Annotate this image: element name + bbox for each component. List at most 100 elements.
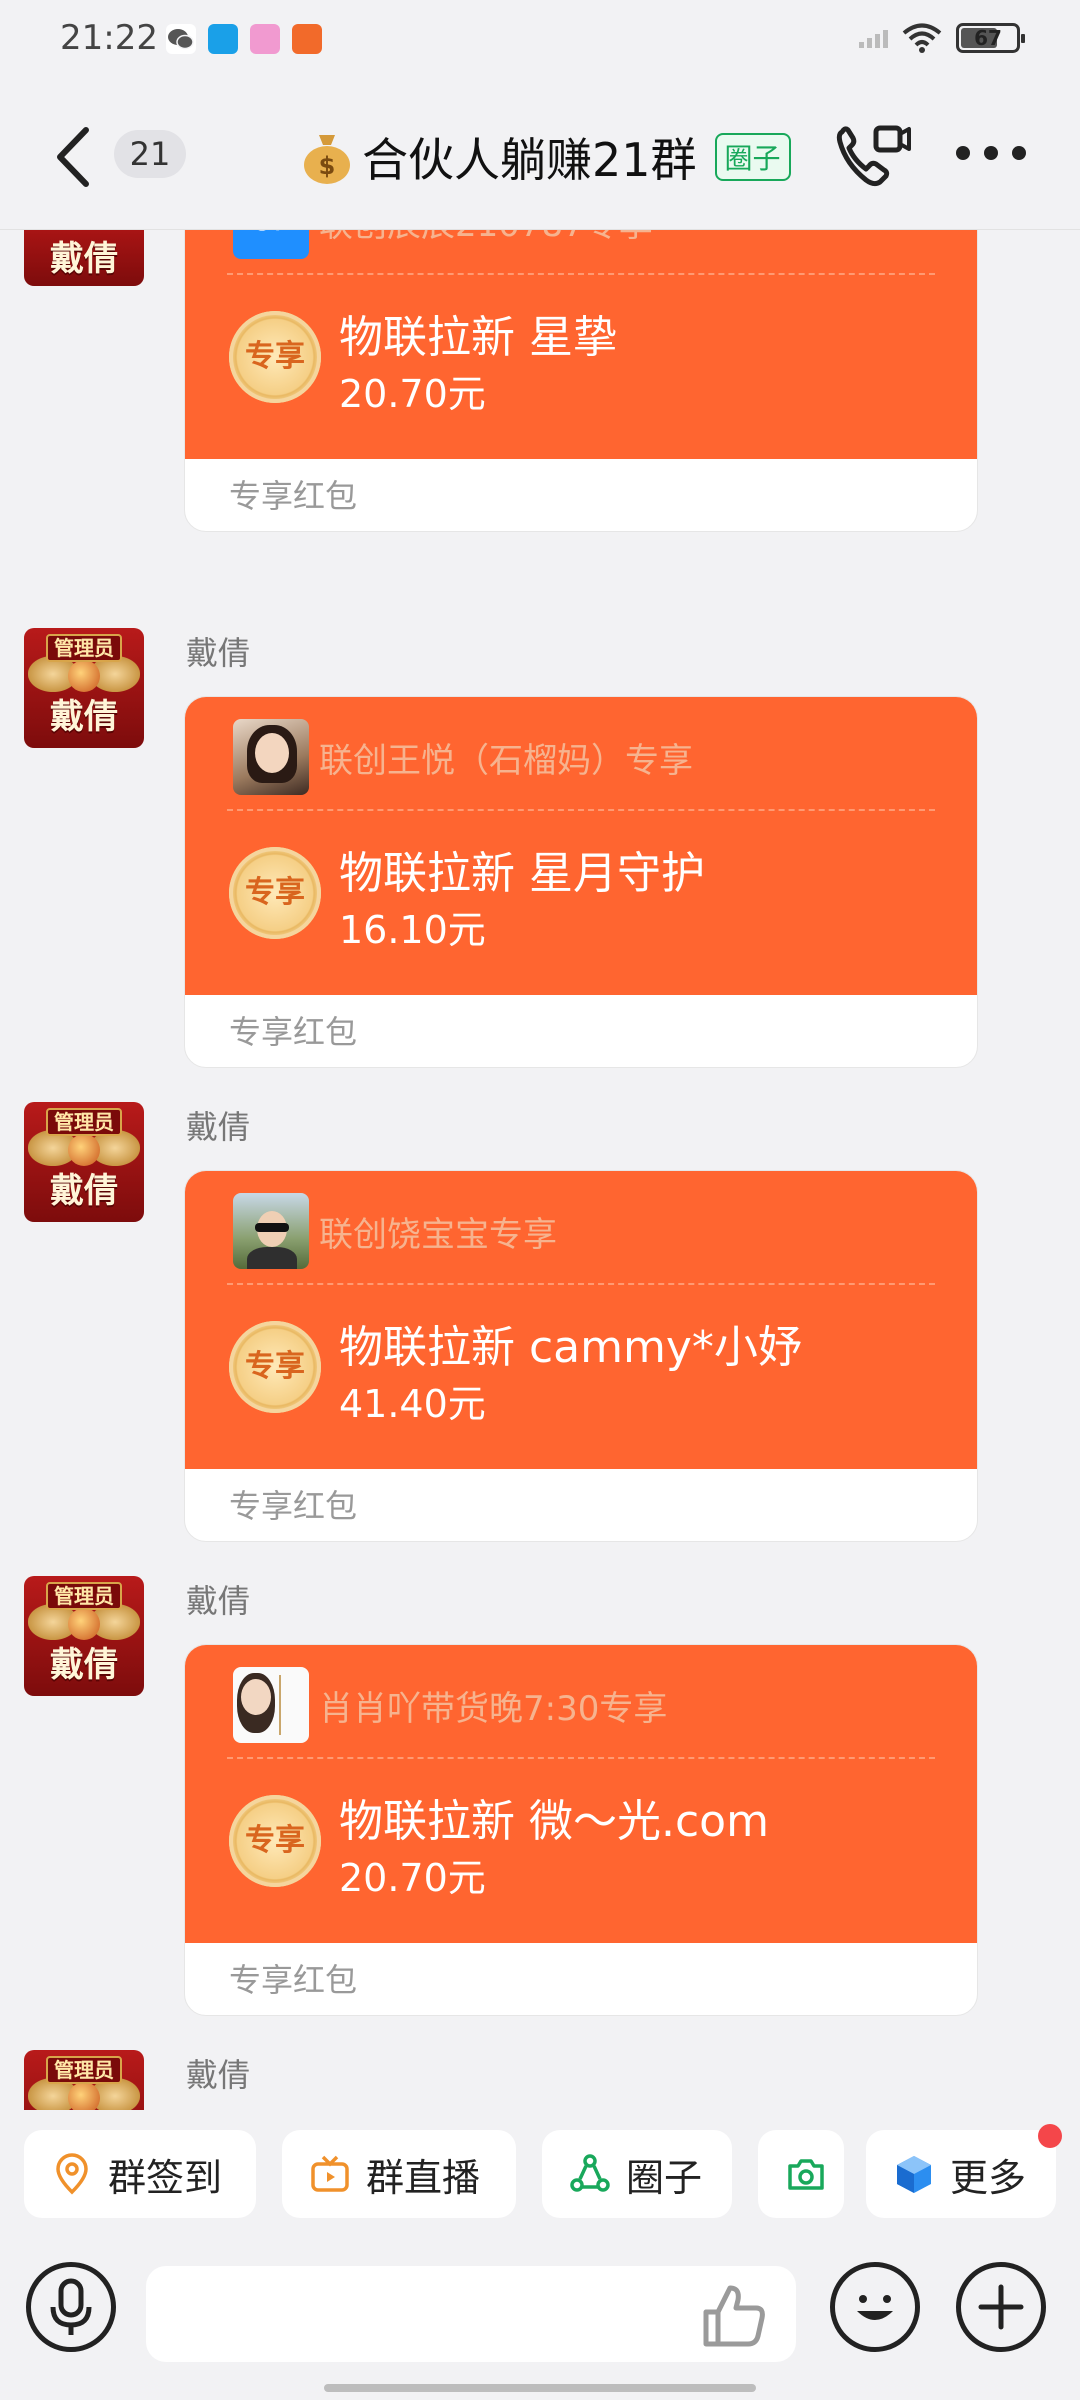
red-packet-head: 肖肖吖带货晚7:30专享 bbox=[233, 1667, 667, 1743]
red-packet-recipient: 联创王悦（石榴妈）专享 bbox=[319, 740, 693, 781]
video-call-icon[interactable] bbox=[832, 120, 912, 192]
back-arrow-icon[interactable] bbox=[48, 122, 98, 192]
sender-name: 戴倩 bbox=[186, 1582, 251, 1620]
more-menu-icon[interactable] bbox=[956, 146, 1026, 166]
exclusive-medal-icon: 专享 bbox=[229, 1795, 321, 1887]
title-wrap[interactable]: $ 合伙人躺赚21群 圈子 bbox=[300, 124, 791, 190]
camera-button[interactable] bbox=[758, 2130, 844, 2218]
red-packet-amount: 20.70元 bbox=[339, 372, 486, 416]
sender-avatar[interactable]: 管理员 戴倩 bbox=[24, 2050, 144, 2110]
battery-icon: 67 bbox=[956, 23, 1025, 53]
red-packet-card[interactable]: 87 联创辰辰210787专享 专享 物联拉新 星挚 20.70元 专享红包 bbox=[184, 230, 978, 532]
wechat-icon bbox=[166, 24, 196, 54]
red-packet-amount: 16.10元 bbox=[339, 908, 486, 952]
quick-action-label: 群直播 bbox=[366, 2155, 481, 2200]
red-packet-title: 物联拉新 星挚 bbox=[339, 312, 617, 363]
status-right: 67 bbox=[859, 22, 1025, 54]
red-packet-recipient: 肖肖吖带货晚7:30专享 bbox=[319, 1688, 668, 1729]
red-packet-card[interactable]: 肖肖吖带货晚7:30专享 专享 物联拉新 微～光.com 20.70元 专享红包 bbox=[184, 1644, 978, 2016]
red-packet-head: 87 联创辰辰210787专享 bbox=[233, 230, 653, 259]
recipient-avatar bbox=[233, 719, 309, 795]
red-packet-title: 物联拉新 cammy*小妤 bbox=[339, 1322, 802, 1373]
group-checkin-button[interactable]: 群签到 bbox=[24, 2130, 256, 2218]
voice-button[interactable] bbox=[26, 2262, 116, 2352]
status-bar: 21:22 67 bbox=[0, 0, 1080, 80]
red-packet-footer: 专享红包 bbox=[229, 1487, 358, 1525]
red-packet-title: 物联拉新 微～光.com bbox=[339, 1796, 769, 1847]
red-packet-top: 联创王悦（石榴妈）专享 专享 物联拉新 星月守护 16.10元 bbox=[185, 697, 977, 995]
app-clock-icon bbox=[250, 24, 280, 54]
divider bbox=[227, 273, 935, 275]
quick-action-bar: 群签到 群直播 圈子 更多 bbox=[0, 2110, 1080, 2230]
more-actions-button[interactable]: 更多 bbox=[866, 2124, 1062, 2218]
location-pin-icon bbox=[56, 2153, 88, 2195]
sender-name: 戴倩 bbox=[186, 1108, 251, 1146]
tv-icon bbox=[311, 2155, 349, 2192]
chat-header: 21 $ 合伙人躺赚21群 圈子 bbox=[0, 80, 1080, 230]
group-live-button[interactable]: 群直播 bbox=[282, 2130, 516, 2218]
exclusive-medal-icon: 专享 bbox=[229, 311, 321, 403]
cube-icon bbox=[897, 2156, 931, 2193]
red-packet-top: 肖肖吖带货晚7:30专享 专享 物联拉新 微～光.com 20.70元 bbox=[185, 1645, 977, 1943]
app-e-icon bbox=[208, 24, 238, 54]
red-packet-head: 联创饶宝宝专享 bbox=[233, 1193, 557, 1269]
recipient-avatar bbox=[233, 1667, 309, 1743]
sender-name: 戴倩 bbox=[186, 634, 251, 672]
admin-badge: 管理员 bbox=[46, 634, 122, 662]
plus-button[interactable] bbox=[956, 2262, 1046, 2352]
sender-avatar[interactable]: 管理员 戴倩 bbox=[24, 1576, 144, 1696]
red-packet-footer: 专享红包 bbox=[229, 1961, 358, 1999]
input-bar bbox=[0, 2230, 1080, 2400]
admin-badge: 管理员 bbox=[46, 1108, 122, 1136]
app-orange-icon bbox=[292, 24, 322, 54]
smiley-icon bbox=[857, 2295, 893, 2320]
exclusive-medal-icon: 专享 bbox=[229, 1321, 321, 1413]
quick-action-label: 群签到 bbox=[108, 2155, 223, 2200]
recipient-avatar: 87 bbox=[233, 230, 309, 259]
divider bbox=[227, 1283, 935, 1285]
money-bag-icon: $ bbox=[304, 135, 350, 184]
red-packet-footer: 专享红包 bbox=[229, 1013, 358, 1051]
plus-icon bbox=[978, 2284, 1024, 2330]
sender-avatar[interactable]: 管理员 戴倩 bbox=[24, 628, 144, 748]
sender-name: 戴倩 bbox=[186, 2056, 251, 2094]
red-packet-head: 联创王悦（石榴妈）专享 bbox=[233, 719, 693, 795]
circle-tag[interactable]: 圈子 bbox=[714, 133, 791, 181]
emoji-button[interactable] bbox=[830, 2262, 920, 2352]
quick-action-label: 更多 bbox=[950, 2155, 1027, 2200]
red-packet-card[interactable]: 联创饶宝宝专享 专享 物联拉新 cammy*小妤 41.40元 专享红包 bbox=[184, 1170, 978, 1542]
home-indicator[interactable] bbox=[324, 2384, 756, 2392]
svg-text:$: $ bbox=[319, 152, 336, 180]
status-app-icons bbox=[166, 24, 322, 54]
camera-icon bbox=[788, 2159, 824, 2190]
quick-action-label: 圈子 bbox=[626, 2155, 703, 2200]
recipient-avatar bbox=[233, 1193, 309, 1269]
sender-avatar[interactable]: 管理员 戴倩 bbox=[24, 1102, 144, 1222]
group-title: 合伙人躺赚21群 bbox=[362, 133, 697, 187]
thumbs-up-icon[interactable] bbox=[696, 2278, 770, 2352]
divider bbox=[227, 1757, 935, 1759]
status-time: 21:22 bbox=[60, 18, 158, 58]
circle-button[interactable]: 圈子 bbox=[542, 2130, 732, 2218]
red-packet-recipient: 联创辰辰210787专享 bbox=[319, 230, 653, 246]
red-packet-card[interactable]: 联创王悦（石榴妈）专享 专享 物联拉新 星月守护 16.10元 专享红包 bbox=[184, 696, 978, 1068]
red-packet-recipient: 联创饶宝宝专享 bbox=[319, 1214, 557, 1255]
sender-avatar[interactable]: 戴倩 bbox=[24, 230, 144, 286]
battery-text: 67 bbox=[974, 26, 1002, 50]
circle-nodes-icon bbox=[570, 2154, 610, 2192]
wifi-icon bbox=[902, 23, 942, 53]
notification-dot bbox=[1038, 2124, 1062, 2148]
divider bbox=[227, 809, 935, 811]
admin-badge: 管理员 bbox=[46, 1582, 122, 1610]
red-packet-footer: 专享红包 bbox=[229, 477, 358, 515]
red-packet-top: 87 联创辰辰210787专享 专享 物联拉新 星挚 20.70元 bbox=[185, 230, 977, 459]
unread-count-badge[interactable]: 21 bbox=[114, 130, 186, 178]
microphone-icon bbox=[50, 2278, 92, 2335]
exclusive-medal-icon: 专享 bbox=[229, 847, 321, 939]
chat-list[interactable]: 戴倩 87 联创辰辰210787专享 专享 物联拉新 星挚 20.70元 专享红… bbox=[0, 230, 1080, 2110]
red-packet-amount: 20.70元 bbox=[339, 1856, 486, 1900]
signal-icon bbox=[859, 28, 888, 48]
admin-badge: 管理员 bbox=[46, 2056, 122, 2084]
red-packet-top: 联创饶宝宝专享 专享 物联拉新 cammy*小妤 41.40元 bbox=[185, 1171, 977, 1469]
red-packet-amount: 41.40元 bbox=[339, 1382, 486, 1426]
